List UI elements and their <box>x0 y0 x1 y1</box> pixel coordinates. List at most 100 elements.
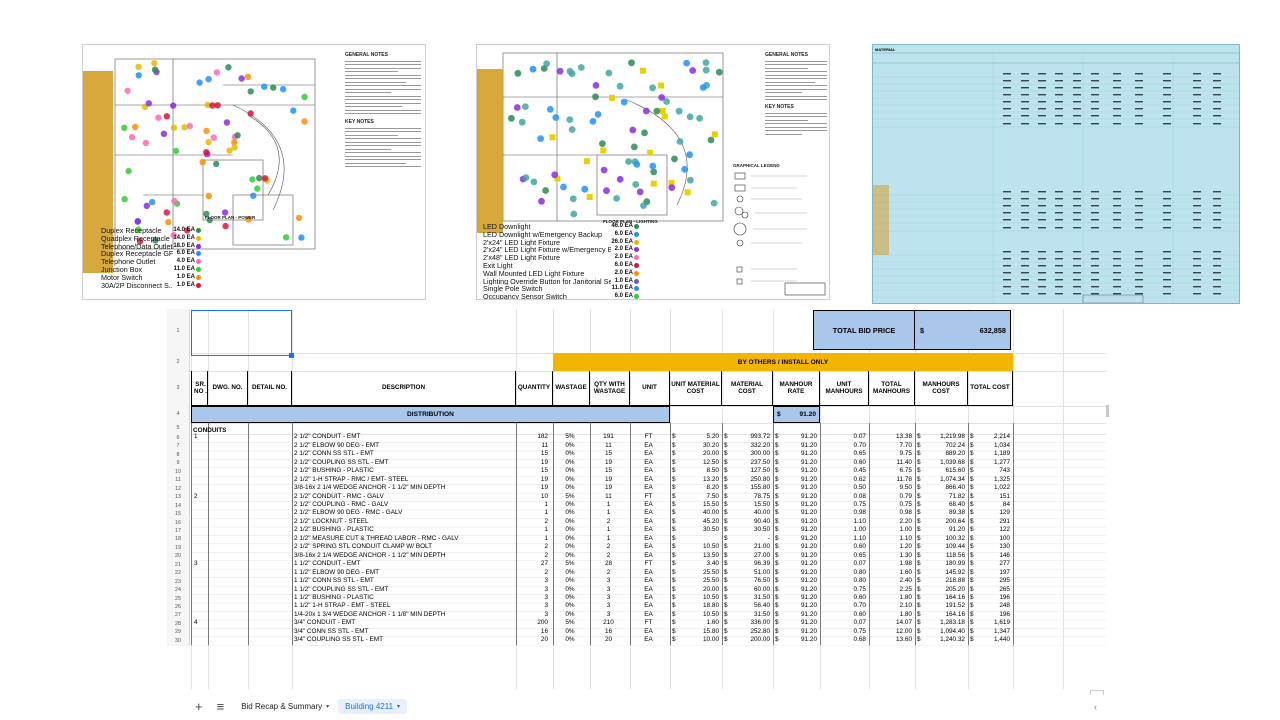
cell-mr[interactable]: 91.20 <box>773 433 817 441</box>
cell-qty[interactable]: 10 <box>516 493 548 501</box>
cell-mr[interactable]: 91.20 <box>773 552 817 560</box>
cell-mr[interactable]: 91.20 <box>773 526 817 534</box>
cell-mr[interactable]: 91.20 <box>773 484 817 492</box>
cell-qty[interactable]: 1 <box>516 501 548 509</box>
cell-qw[interactable]: 2 <box>590 543 627 551</box>
cell-tc[interactable]: 1,325 <box>968 476 1010 484</box>
cell-w[interactable]: 0% <box>553 552 587 560</box>
cell-qty[interactable]: 3 <box>516 611 548 619</box>
cell-mr[interactable]: 91.20 <box>773 501 817 509</box>
cell-tm[interactable]: 2.20 <box>869 518 912 526</box>
cell-qw[interactable]: 3 <box>590 586 627 594</box>
cell-unit[interactable]: EA <box>630 586 667 594</box>
cell-umc[interactable] <box>670 535 719 543</box>
cell-um[interactable]: 1.10 <box>820 535 866 543</box>
cell-um[interactable]: 0.07 <box>820 619 866 627</box>
cell-um[interactable]: 0.75 <box>820 586 866 594</box>
cell-qw[interactable]: 2 <box>590 518 627 526</box>
cell-unit[interactable]: EA <box>630 628 667 636</box>
cell-mhc[interactable]: 71.82 <box>915 493 965 501</box>
cell-tm[interactable]: 1.98 <box>869 560 912 568</box>
cell-tc[interactable]: 277 <box>968 560 1010 568</box>
cell-qw[interactable]: 3 <box>590 577 627 585</box>
cell-umc[interactable]: 15.80 <box>670 628 719 636</box>
cell-mr[interactable]: 91.20 <box>773 493 817 501</box>
row-number[interactable]: 5 <box>167 423 190 434</box>
cell-mc[interactable]: 252.80 <box>722 628 770 636</box>
cell-sr[interactable] <box>194 543 208 551</box>
cell-unit[interactable]: EA <box>630 484 667 492</box>
cell-desc[interactable]: 2 1/2" MEASURE CUT & THREAD LABOR - RMC … <box>294 535 515 543</box>
cell-qty[interactable]: 2 <box>516 518 548 526</box>
cell-umc[interactable]: 13.50 <box>670 552 719 560</box>
cell-w[interactable]: 0% <box>553 636 587 644</box>
cell-um[interactable]: 0.60 <box>820 543 866 551</box>
cell-qty[interactable]: 19 <box>516 476 548 484</box>
cell-umc[interactable]: 10.00 <box>670 636 719 644</box>
row-number[interactable]: 27 <box>167 611 190 620</box>
cell-umc[interactable]: 7.50 <box>670 493 719 501</box>
cell-qw[interactable]: 191 <box>590 433 627 441</box>
row-number[interactable]: 25 <box>167 594 190 603</box>
cell-qty[interactable]: 1 <box>516 526 548 534</box>
cell-mhc[interactable]: 180.99 <box>915 560 965 568</box>
cell-qty[interactable]: 2 <box>516 569 548 577</box>
cell-mr[interactable]: 91.20 <box>773 535 817 543</box>
cell-um[interactable]: 0.98 <box>820 509 866 517</box>
cell-qw[interactable]: 15 <box>590 467 627 475</box>
cell-umc[interactable]: 20.00 <box>670 586 719 594</box>
cell-sr[interactable] <box>194 501 208 509</box>
cell-desc[interactable]: 2 1/2" ELBOW 90 DEG - EMT <box>294 442 515 450</box>
cell-tm[interactable]: 1.30 <box>869 552 912 560</box>
cell-mr[interactable]: 91.20 <box>773 586 817 594</box>
cell-sr[interactable]: 4 <box>194 619 208 627</box>
cell-qty[interactable]: 3 <box>516 586 548 594</box>
cell-umc[interactable]: 3.40 <box>670 560 719 568</box>
row-number[interactable]: 24 <box>167 586 190 595</box>
cell-mc[interactable]: 21.00 <box>722 543 770 551</box>
cell-tc[interactable]: 1,347 <box>968 628 1010 636</box>
vertical-scrollbar-thumb[interactable] <box>1106 405 1109 417</box>
cell-mc[interactable]: 56.40 <box>722 602 770 610</box>
cell-um[interactable]: 0.45 <box>820 467 866 475</box>
cell-mhc[interactable]: 205.20 <box>915 586 965 594</box>
cell-tm[interactable]: 2.25 <box>869 586 912 594</box>
cell-qty[interactable]: 15 <box>516 450 548 458</box>
cell-qw[interactable]: 19 <box>590 476 627 484</box>
scroll-tabs-icon[interactable]: ‹ <box>1094 702 1097 712</box>
cell-qw[interactable]: 3 <box>590 602 627 610</box>
cell-mr[interactable]: 91.20 <box>773 450 817 458</box>
cell-unit[interactable]: FT <box>630 560 667 568</box>
cell-qty[interactable]: 20 <box>516 636 548 644</box>
cell-umc[interactable]: 13.20 <box>670 476 719 484</box>
cell-unit[interactable]: EA <box>630 501 667 509</box>
cell-qty[interactable]: 200 <box>516 619 548 627</box>
cell-mc[interactable]: 300.00 <box>722 450 770 458</box>
cell-w[interactable]: 0% <box>553 518 587 526</box>
cell-mc[interactable]: 96.39 <box>722 560 770 568</box>
cell-mc[interactable]: 78.75 <box>722 493 770 501</box>
row-number[interactable]: 15 <box>167 510 190 519</box>
cell-mc[interactable]: 332.20 <box>722 442 770 450</box>
cell-um[interactable]: 0.60 <box>820 594 866 602</box>
cell-mr[interactable]: 91.20 <box>773 518 817 526</box>
cell-tc[interactable]: 1,189 <box>968 450 1010 458</box>
cell-desc[interactable]: 3/4" CONDUIT - EMT <box>294 619 515 627</box>
cell-umc[interactable]: 8.20 <box>670 484 719 492</box>
cell-w[interactable]: 5% <box>553 560 587 568</box>
cell-qty[interactable]: 15 <box>516 467 548 475</box>
cell-sr[interactable] <box>194 484 208 492</box>
cell-tm[interactable]: 14.07 <box>869 619 912 627</box>
cell-mr[interactable]: 91.20 <box>773 467 817 475</box>
cell-qw[interactable]: 1 <box>590 526 627 534</box>
cell-unit[interactable]: FT <box>630 493 667 501</box>
cell-tc[interactable]: 196 <box>968 594 1010 602</box>
cell-mhc[interactable]: 1,283.18 <box>915 619 965 627</box>
cell-qw[interactable]: 2 <box>590 552 627 560</box>
cell-mhc[interactable]: 866.40 <box>915 484 965 492</box>
cell-sr[interactable]: 1 <box>194 433 208 441</box>
cell-mhc[interactable]: 615.60 <box>915 467 965 475</box>
cell-mhc[interactable]: 145.92 <box>915 569 965 577</box>
cell-mhc[interactable]: 200.64 <box>915 518 965 526</box>
cell-desc[interactable]: 2 1/2" SPRING STL CONDUIT CLAMP W/ BOLT <box>294 543 515 551</box>
